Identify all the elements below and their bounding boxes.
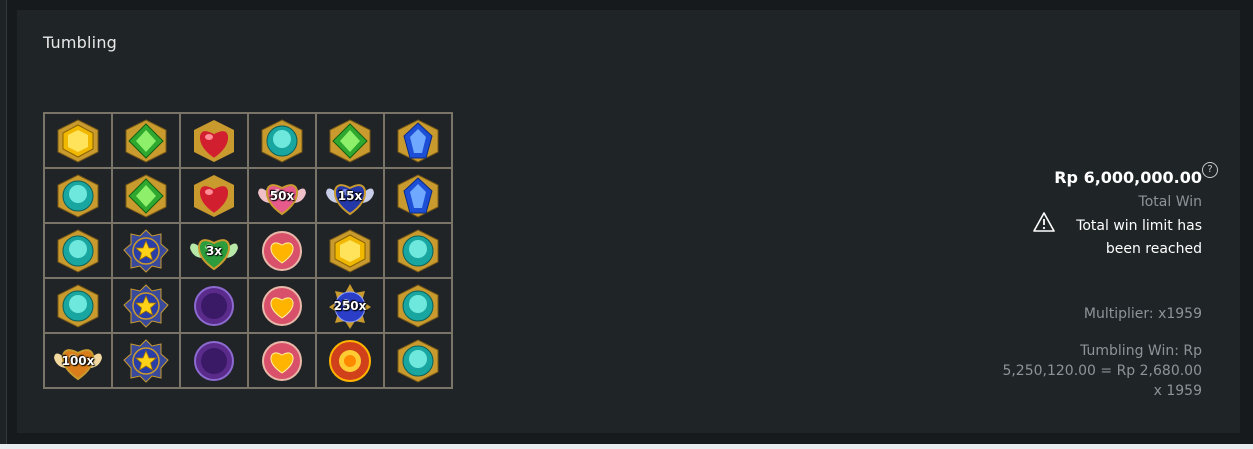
grid-cell: [113, 334, 179, 387]
grid-cell: [249, 114, 315, 167]
grid-cell: [45, 224, 111, 277]
window-edge: [0, 0, 7, 449]
grid-cell: [45, 169, 111, 222]
grid-cell: [113, 169, 179, 222]
bottom-divider: [0, 444, 1253, 449]
heart-locket-icon: [262, 340, 302, 381]
teal-gem-icon: [261, 118, 303, 163]
tumbling-win-text: Tumbling Win: Rp 5,250,120.00 = Rp 2,680…: [1002, 343, 1202, 399]
heart-locket-icon: [262, 285, 302, 326]
moon-badge-icon: [194, 340, 234, 381]
green-winged-heart-icon: [190, 238, 238, 270]
total-amount: Rp 6,000,000.00: [1054, 168, 1202, 187]
grid-cell: [181, 169, 247, 222]
green-gem-icon: [329, 118, 371, 163]
grid-cell: 50x: [249, 169, 315, 222]
grid-cell: [249, 279, 315, 332]
multiplier-text: Multiplier: x1959: [1083, 306, 1202, 322]
blue-winged-heart-icon: [326, 183, 374, 215]
grid-cell: [385, 279, 451, 332]
grid-cell: [113, 224, 179, 277]
teal-gem-icon: [57, 173, 99, 218]
teal-gem-icon: [397, 228, 439, 273]
blue-orb-icon: [329, 283, 371, 329]
blue-gem-icon: [397, 118, 439, 163]
green-gem-icon: [125, 173, 167, 218]
teal-gem-icon: [397, 338, 439, 383]
grid-cell: [385, 114, 451, 167]
grid-cell: [249, 224, 315, 277]
green-gem-icon: [125, 118, 167, 163]
yellow-gem-icon: [57, 118, 99, 163]
grid-cell: [317, 334, 383, 387]
grid-cell: [181, 334, 247, 387]
total-win-label: Total Win: [1138, 194, 1202, 210]
grid-cell: [249, 334, 315, 387]
grid-cell: [317, 224, 383, 277]
moon-badge-icon: [194, 285, 234, 326]
grid-cell: 15x: [317, 169, 383, 222]
grid-cell: [181, 114, 247, 167]
teal-gem-icon: [397, 283, 439, 328]
grid-cell: [181, 279, 247, 332]
grid-cell: [385, 169, 451, 222]
star-badge-icon: [123, 338, 169, 383]
grid-cell: [385, 224, 451, 277]
grid-cell: 250x: [317, 279, 383, 332]
teal-gem-icon: [57, 283, 99, 328]
star-badge-icon: [123, 283, 169, 328]
star-badge-icon: [123, 228, 169, 273]
sun-badge-icon: [329, 339, 371, 382]
heart-locket-icon: [262, 230, 302, 271]
win-limit-message: Total win limit has been reached: [1076, 218, 1202, 257]
grid-cell: [385, 334, 451, 387]
red-heart-gem-icon: [194, 174, 234, 217]
grid-cell: [45, 114, 111, 167]
grid-cell: 100x: [45, 334, 111, 387]
gold-winged-heart-icon: [54, 348, 102, 380]
grid-cell: [113, 279, 179, 332]
grid-cell: [45, 279, 111, 332]
teal-gem-icon: [57, 228, 99, 273]
tumbling-panel: Tumbling 50x 15x 3x 250x 100x Rp 6,000,000.0…: [17, 10, 1240, 433]
grid-cell: [317, 114, 383, 167]
grid-cell: 3x: [181, 224, 247, 277]
pink-winged-heart-icon: [258, 183, 306, 215]
grid-cell: [113, 114, 179, 167]
symbol-grid: 50x 15x 3x 250x 100x: [43, 112, 453, 389]
panel-title: Tumbling: [43, 33, 118, 52]
help-icon[interactable]: ?: [1202, 162, 1218, 178]
red-heart-gem-icon: [194, 119, 234, 162]
yellow-gem-icon: [329, 228, 371, 273]
blue-gem-icon: [397, 173, 439, 218]
